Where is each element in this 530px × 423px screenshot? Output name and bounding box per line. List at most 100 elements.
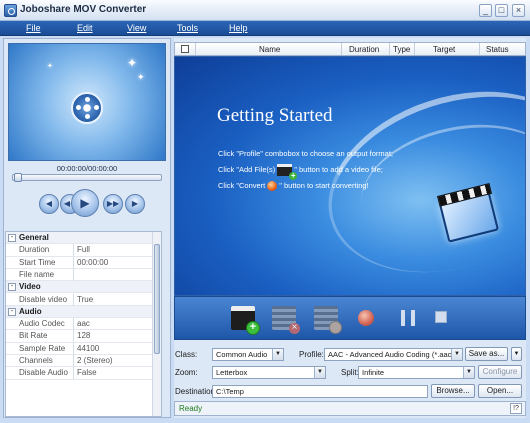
property-value[interactable]: 2 (Stereo) [77, 356, 113, 365]
instruction-add-file-start: Click "Add File(s) [218, 164, 276, 174]
property-row[interactable]: aac Audio Codec [6, 318, 161, 331]
add-file-icon [277, 164, 298, 180]
property-category[interactable]: - General [6, 232, 161, 245]
property-value[interactable]: True [77, 295, 93, 304]
play-button[interactable]: ▶ [71, 189, 99, 217]
property-category[interactable]: - Audio [6, 305, 161, 319]
seek-bar[interactable] [12, 173, 162, 182]
split-select[interactable]: Infinite ▼ [358, 366, 475, 379]
menu-edit-label: Edit [77, 23, 93, 33]
property-value[interactable]: 00:00:00 [77, 258, 108, 267]
open-folder-button[interactable]: Open... [478, 384, 522, 398]
property-value[interactable]: False [77, 368, 97, 377]
menu-tools[interactable]: Tools [177, 23, 198, 33]
column-status[interactable]: Status [486, 45, 509, 54]
instruction-convert-end: " button to start converting! [279, 181, 369, 190]
remove-file-button[interactable] [272, 306, 300, 334]
save-as-dropdown-button[interactable]: ▼ [511, 347, 522, 361]
help-button[interactable]: !? [510, 403, 522, 414]
property-row[interactable]: File name [6, 268, 161, 282]
chevron-down-icon: ▼ [451, 349, 462, 360]
zoom-value: Letterbox [216, 368, 248, 377]
left-panel: ✦ ✦ ✦ 00:00:00/00:00:00 ◀ ◀◀ ▶ ▶▶ ▶ - Gen… [3, 38, 171, 418]
column-target[interactable]: Target [433, 45, 455, 54]
menu-tools-label: Tools [177, 23, 199, 33]
column-divider [389, 43, 390, 55]
property-value[interactable]: 128 [77, 331, 90, 340]
column-divider [73, 330, 74, 343]
file-list-header: Name Duration Type Target Status [174, 42, 526, 56]
previous-button[interactable]: ◀ [39, 194, 59, 214]
collapse-toggle-icon[interactable]: - [8, 234, 16, 242]
menu-bar: File Edit View Tools Help [0, 21, 530, 36]
property-row[interactable]: 00:00:00 Start Time [6, 256, 161, 269]
seek-thumb[interactable] [14, 173, 22, 182]
forward-button[interactable]: ▶▶ [103, 194, 123, 214]
property-category-label: Audio [19, 306, 42, 316]
property-key: Disable Audio [19, 368, 68, 378]
destination-input[interactable]: C:\Temp [212, 385, 428, 398]
menu-view-label: View [127, 23, 147, 33]
column-divider [479, 43, 480, 55]
browse-button[interactable]: Browse... [431, 384, 475, 398]
status-bar: Ready !? [174, 401, 526, 416]
class-select[interactable]: Common Audio ▼ [212, 348, 284, 361]
property-value[interactable]: aac [77, 319, 90, 328]
zoom-select[interactable]: Letterbox ▼ [212, 366, 326, 379]
property-row[interactable]: 2 (Stereo) Channels [6, 355, 161, 368]
menu-file[interactable]: File [26, 23, 41, 33]
sparkle-icon: ✦ [47, 63, 53, 70]
property-value[interactable]: Full [77, 245, 90, 254]
configure-button[interactable]: Configure [478, 365, 522, 379]
scroll-thumb[interactable] [154, 244, 160, 354]
menu-help[interactable]: Help [229, 23, 248, 33]
column-type[interactable]: Type [393, 45, 410, 54]
properties-scrollbar[interactable] [152, 232, 161, 416]
menu-edit[interactable]: Edit [77, 23, 93, 33]
timecode: 00:00:00/00:00:00 [56, 164, 118, 173]
collapse-toggle-icon[interactable]: - [8, 283, 16, 292]
instruction-add-file: Click "Add File(s) " button to add a vide… [218, 164, 383, 180]
pause-button[interactable] [401, 310, 415, 326]
column-divider [341, 43, 342, 55]
column-duration[interactable]: Duration [349, 45, 379, 54]
property-category[interactable]: - Video [6, 281, 161, 294]
property-row[interactable]: 44100 Sample Rate [6, 342, 161, 355]
property-key: File name [19, 269, 55, 279]
column-name[interactable]: Name [259, 45, 280, 54]
column-divider [73, 355, 74, 367]
clear-list-button[interactable] [314, 306, 342, 334]
collapse-toggle-icon[interactable]: - [8, 307, 16, 316]
instruction-convert: Click "Convert " button to start converti… [218, 181, 369, 192]
property-value[interactable]: 44100 [77, 344, 99, 353]
property-category-label: Video [19, 282, 41, 292]
destination-label: Destination: [175, 387, 218, 396]
property-row[interactable]: True Disable video [6, 293, 161, 306]
next-button[interactable]: ▶ [125, 194, 145, 214]
sparkle-icon: ✦ [127, 56, 138, 70]
minimize-button[interactable]: _ [479, 4, 492, 17]
file-list-area[interactable]: Getting Started Click "Profile" combobox… [174, 56, 526, 296]
column-divider [73, 342, 74, 355]
title-bar: Joboshare MOV Converter _ □ × [0, 0, 530, 21]
column-divider [73, 367, 74, 380]
menu-file-label: File [26, 23, 41, 33]
stop-button[interactable] [435, 311, 447, 323]
save-as-button[interactable]: Save as... [465, 347, 508, 361]
property-row[interactable]: 128 Bit Rate [6, 330, 161, 343]
split-value: Infinite [362, 368, 385, 377]
column-divider [73, 318, 74, 331]
convert-button[interactable] [358, 310, 374, 326]
status-text: Ready [179, 404, 203, 413]
close-button[interactable]: × [512, 4, 525, 17]
menu-view[interactable]: View [127, 23, 146, 33]
add-file-button[interactable] [231, 306, 260, 335]
property-key: Channels [19, 356, 53, 365]
convert-icon [267, 181, 278, 192]
property-row[interactable]: False Disable Audio [6, 367, 161, 380]
profile-label: Profile: [299, 350, 324, 359]
property-row[interactable]: Full Duration [6, 244, 161, 257]
select-all-checkbox[interactable] [181, 45, 189, 53]
profile-select[interactable]: AAC - Advanced Audio Coding (*.aac) ▼ [324, 348, 463, 361]
maximize-button[interactable]: □ [495, 4, 508, 17]
